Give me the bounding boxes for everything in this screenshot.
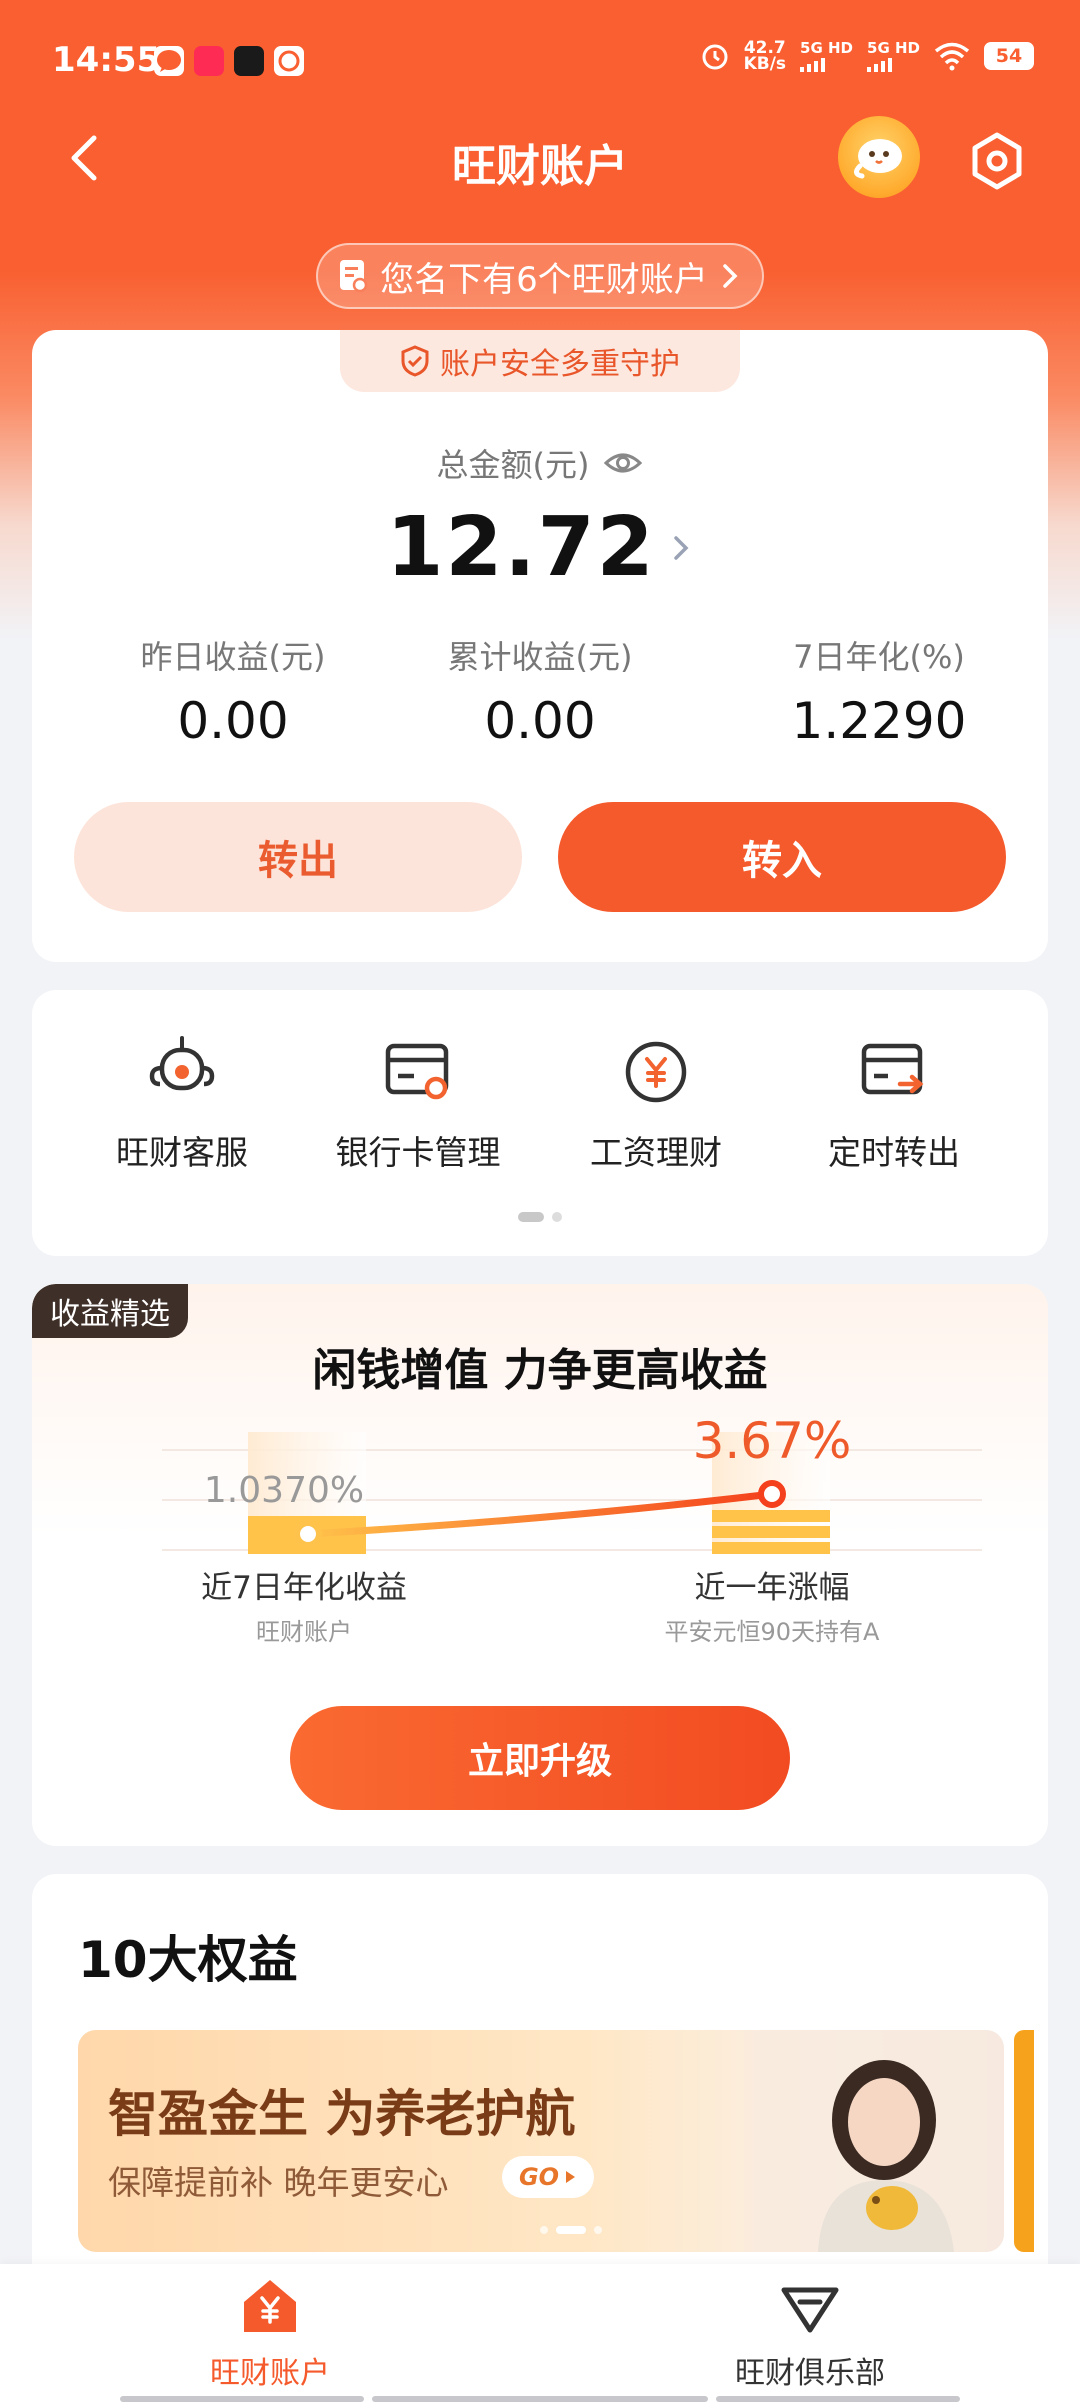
mascot-icon [854,139,902,179]
soul-app-icon [234,46,264,76]
stat-cumulative-income: 累计收益(元) 0.00 [447,638,633,750]
shortcut-label: 定时转出 [828,1133,960,1172]
shortcut-label: 银行卡管理 [335,1133,501,1172]
right-point [758,1480,786,1508]
stat-yesterday-income: 昨日收益(元) 0.00 [140,638,326,750]
total-amount-label-row: 总金额(元) [32,440,1048,486]
yield-promo-card[interactable]: 收益精选 闲钱增值 力争更高收益 1.0370% 3.67% 近7日年化收益 旺… [32,1284,1048,1846]
transfer-in-button[interactable]: 转入 [558,802,1006,912]
banner-subtitle: 保障提前补 晚年更安心 [108,2163,449,2202]
shield-icon [401,345,429,377]
shortcuts-card: 旺财客服 银行卡管理 工资理财 定时转出 [32,990,1048,1256]
woman-with-piggy-bank-image [744,2030,1004,2252]
diamond-icon [781,2287,839,2333]
security-badge-text: 账户安全多重守护 [440,347,680,382]
play-arrow-icon [566,2171,576,2183]
document-icon [340,260,368,293]
settings-button[interactable] [966,130,1028,192]
account-summary-card: 账户安全多重守护 总金额(元) 12.72 昨日收益(元) 0.00 累计收益(… [32,330,1048,962]
banner-page-indicator [540,2226,602,2234]
wifi-icon [934,42,970,71]
shortcut-salary-finance[interactable]: 工资理财 [546,1032,766,1174]
network-speed: 42.7 KB/s [743,38,787,74]
red-app-icon [194,46,224,76]
card-transfer-icon [861,1043,924,1095]
transfer-out-button[interactable]: 转出 [74,802,522,912]
tab-wangcai-account[interactable]: 旺财账户 [120,2276,420,2392]
right-coin [712,1510,830,1522]
left-point [294,1520,322,1548]
tab-label: 旺财俱乐部 [735,2356,885,2391]
banner-go-button[interactable]: GO [502,2156,594,2198]
upgrade-button[interactable]: 立即升级 [290,1706,790,1810]
bottom-tab-bar: 旺财账户 旺财俱乐部 [0,2264,1080,2408]
status-time: 14:55 [52,40,161,80]
benefits-title: 10大权益 [78,1931,298,1989]
chevron-right-icon [723,264,738,288]
sim2-signal: 5G HD [867,40,920,72]
right-label: 近一年涨幅 [695,1570,850,1606]
tab-wangcai-club[interactable]: 旺财俱乐部 [660,2276,960,2392]
right-coin [712,1526,830,1538]
total-amount-value: 12.72 [386,500,656,595]
robot-service-icon [149,1036,215,1091]
shortcut-label: 旺财客服 [116,1133,248,1172]
status-bar: 14:55 42.7 KB/s 5G HD 5G HD 54 [0,0,1080,110]
gesture-bar-segment [120,2396,364,2402]
accounts-notice-text: 您名下有6个旺财账户 [380,259,708,300]
total-amount-label: 总金额(元) [436,446,590,484]
right-rate: 3.67% [693,1412,852,1470]
gesture-bar-segment [372,2396,708,2402]
tab-label: 旺财账户 [210,2356,330,2391]
accounts-notice-button[interactable]: 您名下有6个旺财账户 [316,243,764,309]
total-amount-row[interactable]: 12.72 [32,500,1048,595]
gear-icon [972,132,1022,190]
signal-bars-icon [800,56,826,72]
banner-title: 智盈金生 为养老护航 [108,2085,576,2143]
left-rate: 1.0370% [204,1470,364,1511]
next-banner-peek [1014,2030,1034,2252]
signal-bars-icon [867,56,893,72]
orange-app-icon [274,46,304,76]
shortcut-customer-service[interactable]: 旺财客服 [72,1032,292,1174]
gesture-bar-segment [716,2396,960,2402]
right-coin [712,1542,830,1554]
security-badge: 账户安全多重守护 [340,330,740,392]
stat-7day-annualized: 7日年化(%) 1.2290 [791,638,967,750]
battery-icon: 54 [984,42,1034,70]
bank-card-icon [385,1043,449,1100]
assistant-avatar[interactable] [838,116,920,198]
sim1-signal: 5G HD [800,40,853,72]
status-indicators: 42.7 KB/s 5G HD 5G HD 54 [700,38,1034,74]
shortcut-scheduled-transfer[interactable]: 定时转出 [784,1032,1004,1174]
yen-coin-icon [625,1041,687,1103]
status-app-icons [154,46,304,76]
chat-bubble-icon [154,46,184,76]
alarm-icon [702,44,728,70]
left-sub: 旺财账户 [256,1618,352,1646]
left-label: 近7日年化收益 [201,1570,407,1606]
right-sub: 平安元恒90天持有A [665,1618,881,1646]
shortcut-label: 工资理财 [590,1133,722,1172]
shortcut-page-indicator [32,1212,1048,1222]
home-yen-icon [244,2280,296,2332]
shortcut-bank-card[interactable]: 银行卡管理 [308,1032,528,1174]
chevron-right-icon [673,535,689,560]
benefits-banner[interactable]: 智盈金生 为养老护航 保障提前补 晚年更安心 GO [78,2030,1004,2252]
eye-icon[interactable] [603,449,643,477]
